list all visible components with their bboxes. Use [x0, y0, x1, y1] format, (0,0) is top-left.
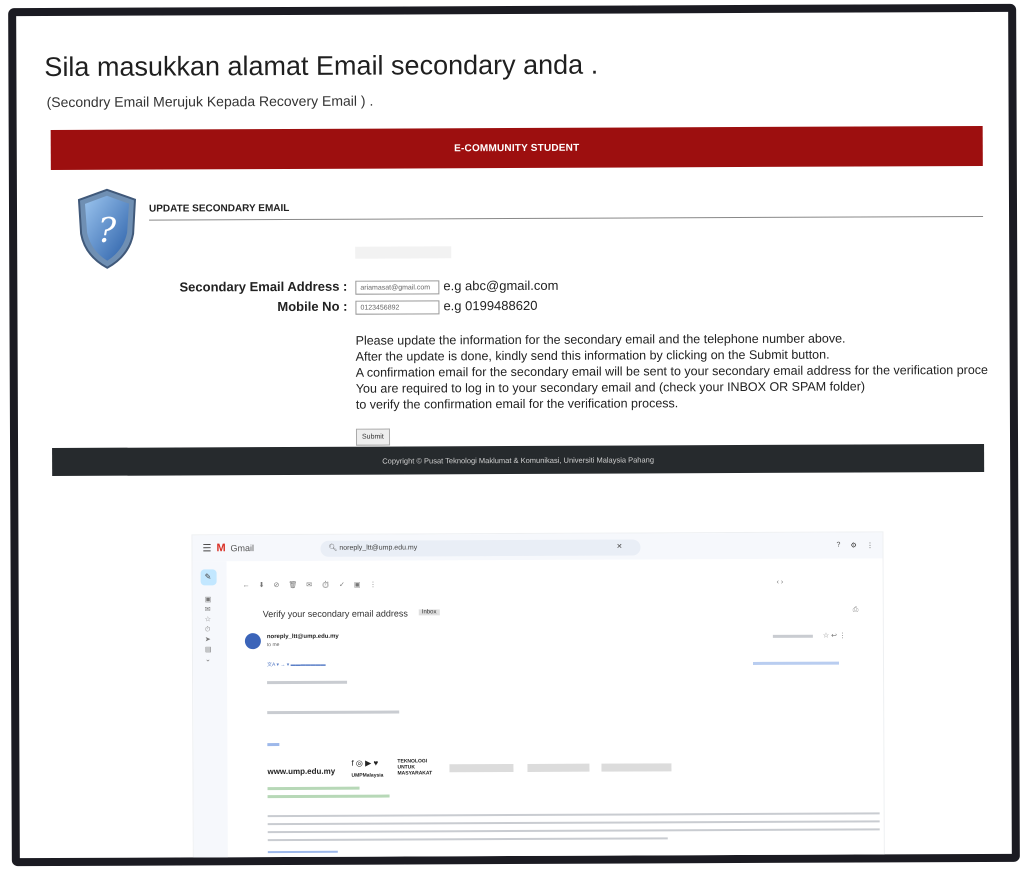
- settings-icon[interactable]: ⚙: [850, 542, 856, 550]
- green-note-line: [267, 786, 360, 791]
- sender-avatar: [244, 633, 261, 650]
- section-divider: [149, 215, 984, 221]
- search-icon: 🔍︎: [328, 544, 338, 552]
- translate-bar[interactable]: 文A ▾ → ▾ ▬▬▬▬▬▬▬: [267, 661, 326, 668]
- portal-banner-label: E-COMMUNITY STUDENT: [454, 142, 580, 154]
- gmail-search-input[interactable]: 🔍︎ noreply_ltt@ump.edu.my: [320, 539, 641, 557]
- green-note-line: [267, 794, 390, 799]
- instruction-line: A confirmation email for the secondary e…: [355, 362, 989, 380]
- menu-icon[interactable]: ☰: [202, 543, 211, 554]
- apps-icon[interactable]: ⋮: [866, 541, 873, 549]
- mobile-label: Mobile No :: [277, 298, 348, 315]
- footer-copyright: Copyright © Pusat Teknologi Maklumat & K…: [382, 454, 655, 466]
- page-subtitle: (Secondry Email Merujuk Kepada Recovery …: [46, 92, 374, 111]
- compose-button[interactable]: ✎: [200, 569, 217, 586]
- email-body-line: [267, 680, 348, 685]
- social-handle: UMPMalaysia: [351, 772, 384, 779]
- clear-search-icon[interactable]: ✕: [616, 543, 622, 551]
- mobile-input[interactable]: 0123456892: [355, 300, 440, 315]
- secondary-email-hint: e.g abc@gmail.com: [443, 277, 559, 294]
- portal-banner: E-COMMUNITY STUDENT: [50, 125, 983, 171]
- search-value: noreply_ltt@ump.edu.my: [339, 544, 418, 552]
- portal-footer: Copyright © Pusat Teknologi Maklumat & K…: [52, 443, 985, 477]
- gmail-screenshot: ☰ M Gmail 🔍︎ noreply_ltt@ump.edu.my ✕ ? …: [192, 532, 884, 862]
- recipient-to-me[interactable]: to me: [267, 642, 280, 648]
- disclaimer-line: [267, 828, 880, 834]
- screenshot-frame: Sila masukkan alamat Email secondary and…: [8, 3, 1020, 867]
- email-timestamp: [772, 634, 813, 638]
- pagination-icons[interactable]: ‹ ›: [777, 579, 784, 586]
- disclaimer-line: [267, 837, 668, 842]
- award-badge: [449, 764, 514, 773]
- pencil-icon: ✎: [204, 572, 212, 582]
- sender-address: noreply_ltt@ump.edu.my: [266, 633, 339, 641]
- sidebar-icons[interactable]: ▣ ✉ ☆ ⏱ ➤ ▤ ⌄: [205, 595, 212, 665]
- toolbar-icons[interactable]: ←⬇⊘🗑✉⏱✓▣⋮: [243, 581, 386, 590]
- verify-link[interactable]: [267, 743, 280, 747]
- award-badge: [527, 763, 590, 772]
- disclaimer-line: [267, 812, 880, 818]
- security-shield-icon: ?: [77, 188, 137, 269]
- award-badge: [601, 763, 672, 772]
- privacy-policy-link[interactable]: [267, 850, 338, 854]
- blank-bar: [355, 246, 452, 259]
- mobile-hint: e.g 0199488620: [443, 297, 538, 314]
- email-body-line: [267, 710, 400, 715]
- email-subject: Verify your secondary email address: [262, 608, 408, 620]
- reply-icon[interactable]: ☆ ↩ ⋮: [823, 632, 846, 640]
- secondary-email-label: Secondary Email Address :: [179, 278, 348, 295]
- submit-button[interactable]: Submit: [355, 428, 390, 446]
- section-title: UPDATE SECONDARY EMAIL: [148, 202, 290, 215]
- ump-website[interactable]: www.ump.edu.my: [267, 767, 335, 776]
- disclaimer-line: [267, 820, 880, 826]
- instructions: Please update the information for the se…: [356, 330, 989, 413]
- svg-text:?: ?: [98, 211, 117, 251]
- gmail-logo-icon: M: [216, 542, 226, 555]
- help-icon[interactable]: ?: [836, 542, 840, 549]
- instruction-line: to verify the confirmation email for the…: [355, 396, 679, 412]
- gmail-app-name: Gmail: [230, 543, 255, 554]
- secondary-email-input[interactable]: ariamasat@gmail.com: [355, 280, 440, 295]
- translate-settings-link[interactable]: [752, 661, 840, 665]
- social-icons[interactable]: f ◎ ▶ ♥: [351, 759, 378, 768]
- inbox-label-tag[interactable]: Inbox: [418, 609, 440, 616]
- print-icon[interactable]: ⎙: [853, 606, 859, 614]
- ump-tagline: TEKNOLOGI UNTUK MASYARAKAT: [397, 758, 433, 777]
- page-title: Sila masukkan alamat Email secondary and…: [44, 49, 599, 83]
